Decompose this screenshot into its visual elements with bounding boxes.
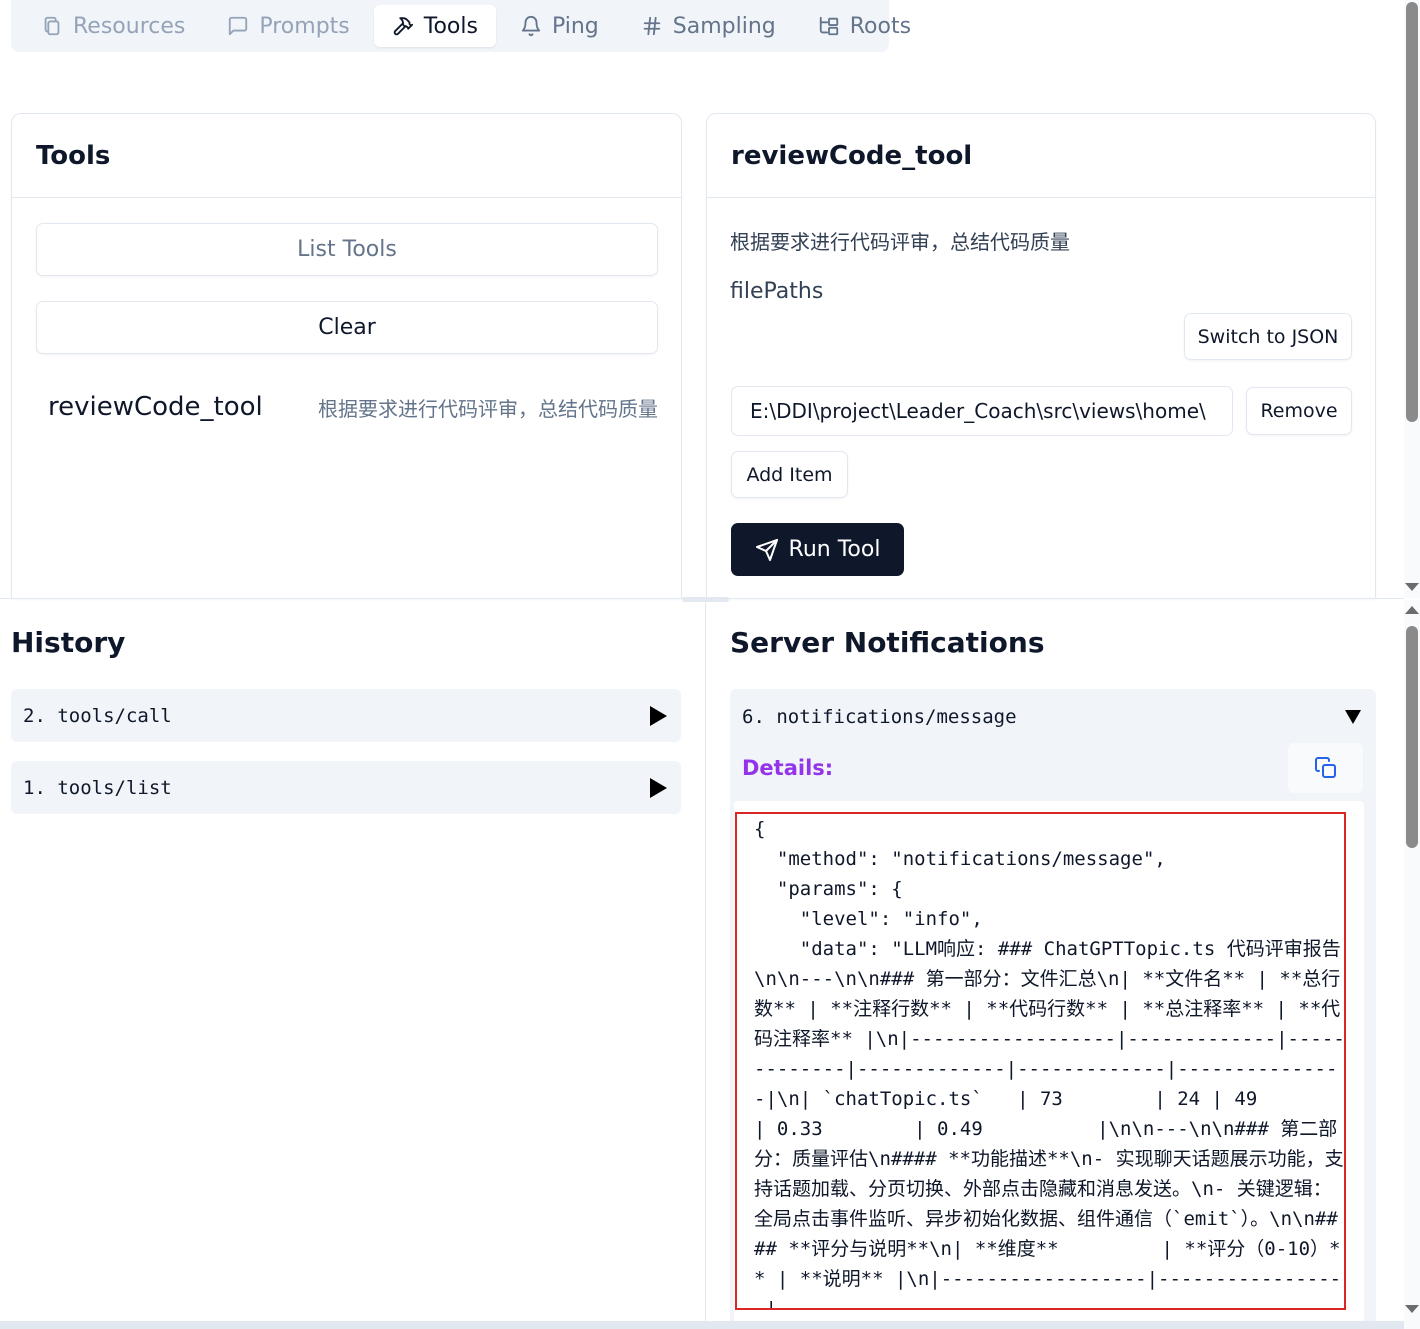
tool-description: 根据要求进行代码评审，总结代码质量 [318, 396, 658, 421]
switch-to-json-button[interactable]: Switch to JSON [1184, 313, 1352, 360]
scroll-down-arrow-icon[interactable] [1404, 580, 1420, 594]
notification-item: 6. notifications/message Details: { "met… [730, 689, 1376, 1329]
horizontal-scrollbar[interactable] [0, 1321, 1404, 1329]
file-path-input[interactable]: E:\DDI\project\Leader_Coach\src\views\ho… [731, 386, 1233, 436]
tab-label: Resources [73, 13, 186, 39]
tab-label: Tools [423, 13, 478, 39]
list-tools-button[interactable]: List Tools [36, 223, 658, 276]
run-tool-button[interactable]: Run Tool [731, 523, 904, 576]
tool-list-item[interactable]: reviewCode_tool 根据要求进行代码评审，总结代码质量 [48, 392, 658, 422]
scroll-up-arrow-icon[interactable] [1404, 603, 1420, 617]
tool-detail-title: reviewCode_tool [707, 114, 1375, 198]
param-label: filePaths [730, 279, 824, 304]
tab-bar: Resources Prompts Tools Ping Sampling Ro… [11, 0, 911, 52]
scroll-down-arrow-icon[interactable] [1404, 1302, 1420, 1316]
tab-label: Ping [551, 13, 599, 39]
expand-arrow-icon[interactable] [650, 777, 667, 798]
tab-prompts[interactable]: Prompts [209, 5, 367, 47]
notification-header[interactable]: 6. notifications/message [742, 706, 1364, 728]
top-scrollbar-thumb[interactable] [1406, 2, 1418, 422]
tools-card-title: Tools [12, 114, 681, 198]
tool-detail-card: reviewCode_tool 根据要求进行代码评审，总结代码质量 filePa… [706, 113, 1376, 599]
notification-label: 6. notifications/message [742, 706, 1017, 728]
tab-sampling[interactable]: Sampling [623, 5, 794, 47]
folder-tree-icon [819, 16, 838, 36]
tab-ping[interactable]: Ping [502, 5, 617, 47]
tab-resources[interactable]: Resources [23, 5, 203, 47]
history-title: History [11, 626, 126, 659]
message-square-icon [229, 16, 248, 36]
history-item[interactable]: 2. tools/call [11, 689, 681, 742]
history-item-label: 2. tools/call [23, 704, 172, 727]
clear-button[interactable]: Clear [36, 301, 658, 354]
tool-name: reviewCode_tool [48, 392, 263, 422]
details-label: Details: [742, 756, 834, 780]
collapse-arrow-icon[interactable] [1345, 710, 1361, 724]
bottom-scrollbar-thumb[interactable] [1406, 626, 1418, 848]
tab-tools[interactable]: Tools [373, 5, 496, 47]
copy-icon [1314, 757, 1336, 778]
json-content: { "method": "notifications/message", "pa… [754, 818, 1345, 1310]
remove-button[interactable]: Remove [1246, 387, 1352, 435]
notifications-title: Server Notifications [730, 626, 1045, 659]
tool-detail-description: 根据要求进行代码评审，总结代码质量 [730, 230, 1070, 254]
history-item[interactable]: 1. tools/list [11, 761, 681, 814]
tab-label: Roots [849, 13, 912, 39]
hammer-icon [393, 17, 413, 36]
vertical-divider [705, 599, 706, 1329]
hash-icon [643, 16, 661, 36]
bell-icon [521, 16, 541, 37]
copy-button[interactable] [1288, 743, 1363, 793]
expand-arrow-icon[interactable] [650, 705, 667, 726]
run-tool-label: Run Tool [788, 537, 881, 562]
tab-label: Sampling [672, 13, 776, 39]
add-item-button[interactable]: Add Item [731, 451, 848, 498]
tools-card: Tools List Tools Clear reviewCode_tool 根… [11, 113, 682, 599]
history-item-label: 1. tools/list [23, 776, 172, 799]
tab-roots[interactable]: Roots [800, 5, 929, 47]
files-icon [44, 16, 60, 36]
send-icon [755, 538, 778, 561]
tab-label: Prompts [259, 13, 350, 39]
